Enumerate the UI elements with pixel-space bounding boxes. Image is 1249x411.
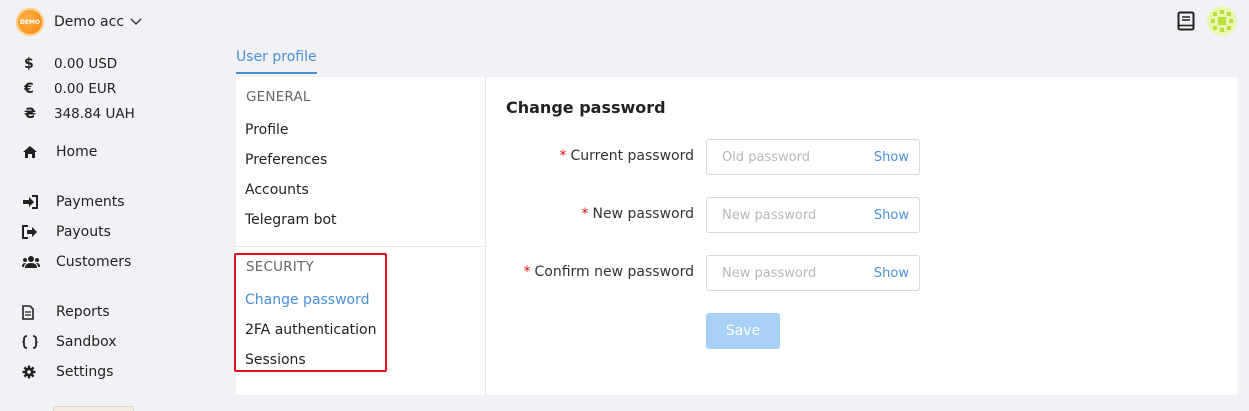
home-icon: [22, 145, 56, 159]
save-button[interactable]: Save: [706, 313, 780, 349]
menu-item-telegram-bot[interactable]: Telegram bot: [245, 212, 337, 228]
top-right-toolbar: [1175, 6, 1237, 36]
confirm-password-input[interactable]: [707, 256, 874, 290]
nav-item-home[interactable]: Home: [22, 137, 212, 167]
new-password-field: Show: [706, 197, 920, 233]
current-password-field: Show: [706, 139, 920, 175]
required-marker: *: [523, 264, 531, 280]
nav-item-sandbox[interactable]: Sandbox: [22, 327, 212, 357]
sign-out-icon: [22, 225, 56, 239]
nav-item-label: Payouts: [56, 224, 111, 240]
settings-panel: GENERAL Profile Preferences Accounts Tel…: [234, 77, 1237, 395]
hryvnia-icon: ₴: [24, 105, 37, 122]
new-password-label: * New password: [582, 206, 694, 222]
book-icon[interactable]: [1175, 10, 1197, 32]
account-switcher[interactable]: DEMO Demo acc: [16, 8, 142, 36]
field-label: New password: [592, 206, 694, 222]
required-marker: *: [581, 206, 589, 222]
menu-item-change-password[interactable]: Change password: [245, 292, 370, 308]
menu-item-2fa-authentication[interactable]: 2FA authentication: [245, 322, 376, 338]
nav-item-label: Reports: [56, 304, 110, 320]
nav-tools-group: Reports Sandbox Settings: [22, 297, 212, 387]
confirm-password-field: Show: [706, 255, 920, 291]
field-label: Current password: [570, 148, 695, 164]
form-title: Change password: [506, 98, 666, 117]
tab-user-profile[interactable]: User profile: [236, 49, 317, 74]
balance-value: 0.00 USD: [54, 55, 118, 72]
required-marker: *: [559, 148, 567, 164]
show-confirm-password-button[interactable]: Show: [874, 266, 909, 281]
nav-item-customers[interactable]: Customers: [22, 247, 212, 277]
current-password-label: * Current password: [560, 148, 695, 164]
new-password-input[interactable]: [707, 198, 874, 232]
balance-eur: € 0.00 EUR: [24, 76, 135, 101]
menu-item-sessions[interactable]: Sessions: [245, 352, 306, 368]
nav-item-settings[interactable]: Settings: [22, 357, 212, 387]
profile-tabs: User profile: [236, 46, 317, 77]
settings-menu: GENERAL Profile Preferences Accounts Tel…: [234, 77, 486, 395]
change-password-form: Change password * Current password Show *…: [486, 77, 1237, 395]
balances: $ 0.00 USD € 0.00 EUR ₴ 348.84 UAH: [24, 51, 135, 126]
sign-in-icon: [22, 195, 56, 209]
balance-value: 0.00 EUR: [54, 80, 117, 97]
nav-item-label: Home: [56, 144, 98, 160]
braces-icon: [22, 335, 56, 349]
users-icon: [22, 255, 56, 269]
menu-divider: [236, 246, 486, 247]
account-name: Demo acc: [54, 14, 125, 30]
confirm-password-label: * Confirm new password: [524, 264, 694, 280]
nav-item-label: Customers: [56, 254, 132, 270]
nav-item-payments[interactable]: Payments: [22, 187, 212, 217]
sidebar-bottom-button[interactable]: [53, 406, 134, 411]
current-password-input[interactable]: [707, 140, 874, 174]
menu-heading-security: SECURITY: [246, 259, 314, 275]
nav-item-payouts[interactable]: Payouts: [22, 217, 212, 247]
sidebar: DEMO Demo acc $ 0.00 USD € 0.00 EUR ₴ 34…: [0, 0, 220, 411]
nav-item-reports[interactable]: Reports: [22, 297, 212, 327]
new-password-row: * New password Show: [486, 197, 1186, 233]
menu-item-accounts[interactable]: Accounts: [245, 182, 309, 198]
demo-logo: DEMO: [16, 8, 44, 36]
field-label: Confirm new password: [534, 264, 694, 280]
nav-item-label: Settings: [56, 364, 114, 380]
balance-value: 348.84 UAH: [54, 105, 135, 122]
nav-item-label: Payments: [56, 194, 125, 210]
show-current-password-button[interactable]: Show: [874, 150, 909, 165]
nav-home-group: Home: [22, 137, 212, 167]
nav-item-label: Sandbox: [56, 334, 117, 350]
euro-icon: €: [24, 80, 34, 97]
dollar-icon: $: [24, 55, 34, 72]
menu-heading-general: GENERAL: [246, 89, 311, 105]
chevron-down-icon: [130, 16, 142, 28]
balance-uah: ₴ 348.84 UAH: [24, 101, 135, 126]
gear-icon: [22, 365, 56, 379]
menu-item-profile[interactable]: Profile: [245, 122, 289, 138]
current-password-row: * Current password Show: [486, 139, 1186, 175]
file-icon: [22, 304, 56, 320]
confirm-password-row: * Confirm new password Show: [486, 255, 1186, 291]
show-new-password-button[interactable]: Show: [874, 208, 909, 223]
balance-usd: $ 0.00 USD: [24, 51, 135, 76]
menu-item-preferences[interactable]: Preferences: [245, 152, 327, 168]
nav-transactions-group: Payments Payouts Customers: [22, 187, 212, 277]
avatar[interactable]: [1207, 6, 1237, 36]
